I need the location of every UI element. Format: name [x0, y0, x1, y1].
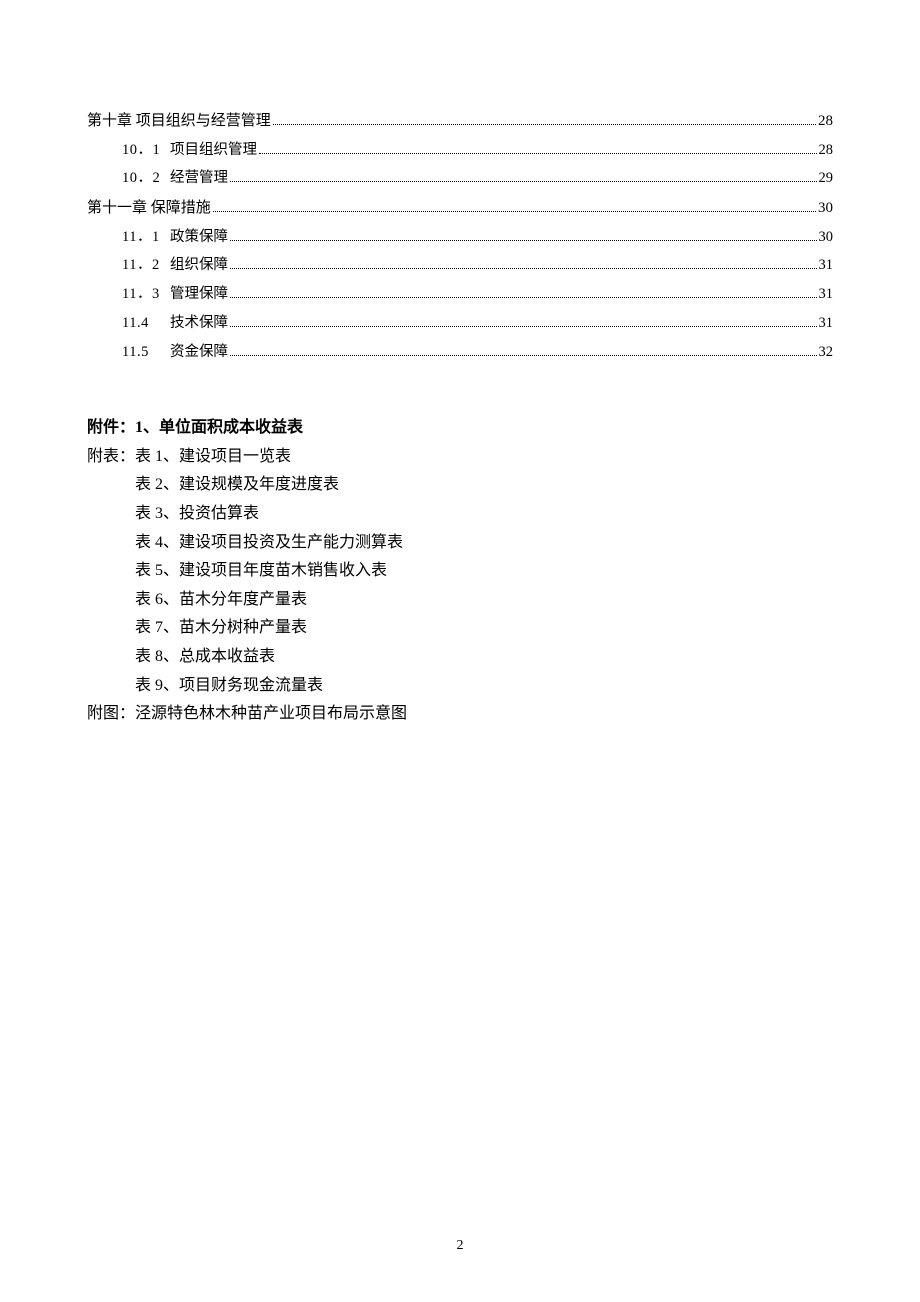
toc-entry: 11.4 技术保障 31 [87, 313, 833, 335]
table-item: 表 1、建设项目一览表 [135, 448, 291, 465]
table-item: 表 4、建设项目投资及生产能力测算表 [87, 530, 833, 556]
document-page: 第十章 项目组织与经营管理 28 10．1 项目组织管理 28 10．2 经营管… [0, 0, 920, 727]
toc-page: 28 [819, 140, 834, 162]
appendix-section: 附件：1、单位面积成本收益表 附表：表 1、建设项目一览表 表 2、建设规模及年… [87, 415, 833, 727]
toc-entry: 10．1 项目组织管理 28 [87, 140, 833, 162]
toc-leader [230, 325, 817, 327]
toc-page: 28 [818, 110, 833, 133]
toc-page: 31 [819, 284, 834, 306]
toc-title: 管理保障 [170, 284, 228, 306]
toc-section: 第十章 项目组织与经营管理 28 10．1 项目组织管理 28 10．2 经营管… [87, 110, 833, 363]
toc-leader [273, 123, 816, 125]
table-item: 表 7、苗木分树种产量表 [87, 615, 833, 641]
toc-num: 10．1 [122, 140, 170, 162]
appendix-futu: 附图：泾源特色林木种苗产业项目布局示意图 [87, 701, 833, 727]
toc-leader [259, 152, 817, 154]
toc-title: 第十章 项目组织与经营管理 [87, 110, 271, 133]
toc-leader [230, 180, 817, 182]
table-item: 表 3、投资估算表 [87, 501, 833, 527]
table-item: 表 6、苗木分年度产量表 [87, 587, 833, 613]
toc-title: 经营管理 [170, 168, 228, 190]
toc-entry: 10．2 经营管理 29 [87, 168, 833, 190]
table-item: 表 8、总成本收益表 [87, 644, 833, 670]
toc-title: 技术保障 [170, 313, 228, 335]
table-item: 表 2、建设规模及年度进度表 [87, 472, 833, 498]
toc-page: 30 [818, 197, 833, 220]
toc-leader [230, 267, 817, 269]
toc-entry: 第十一章 保障措施 30 [87, 197, 833, 220]
toc-num: 10．2 [122, 168, 170, 190]
toc-num: 11.5 [122, 342, 170, 364]
toc-leader [230, 239, 817, 241]
table-item: 表 5、建设项目年度苗木销售收入表 [87, 558, 833, 584]
toc-page: 30 [819, 227, 834, 249]
toc-title: 第十一章 保障措施 [87, 197, 211, 220]
toc-leader [213, 210, 816, 212]
futu-label: 附图： [87, 705, 135, 722]
fujian-item: 1、单位面积成本收益表 [135, 419, 303, 436]
toc-page: 31 [819, 313, 834, 335]
toc-entry: 11.5 资金保障 32 [87, 342, 833, 364]
futu-item: 泾源特色林木种苗产业项目布局示意图 [135, 705, 407, 722]
fujian-label: 附件： [87, 419, 135, 436]
page-number: 2 [0, 1238, 920, 1254]
toc-title: 资金保障 [170, 342, 228, 364]
fubiao-label: 附表： [87, 448, 135, 465]
appendix-fujian: 附件：1、单位面积成本收益表 [87, 415, 833, 441]
toc-page: 32 [819, 342, 834, 364]
appendix-fubiao-first: 附表：表 1、建设项目一览表 [87, 444, 833, 470]
toc-page: 31 [819, 255, 834, 277]
toc-entry: 11．2 组织保障 31 [87, 255, 833, 277]
toc-entry: 第十章 项目组织与经营管理 28 [87, 110, 833, 133]
table-item: 表 9、项目财务现金流量表 [87, 673, 833, 699]
toc-num: 11．2 [122, 255, 170, 277]
toc-page: 29 [819, 168, 834, 190]
toc-entry: 11．3 管理保障 31 [87, 284, 833, 306]
toc-num: 11.4 [122, 313, 170, 335]
toc-title: 组织保障 [170, 255, 228, 277]
toc-num: 11．1 [122, 227, 170, 249]
toc-leader [230, 354, 817, 356]
toc-title: 政策保障 [170, 227, 228, 249]
toc-num: 11．3 [122, 284, 170, 306]
toc-entry: 11．1 政策保障 30 [87, 227, 833, 249]
toc-title: 项目组织管理 [170, 140, 257, 162]
toc-leader [230, 296, 817, 298]
